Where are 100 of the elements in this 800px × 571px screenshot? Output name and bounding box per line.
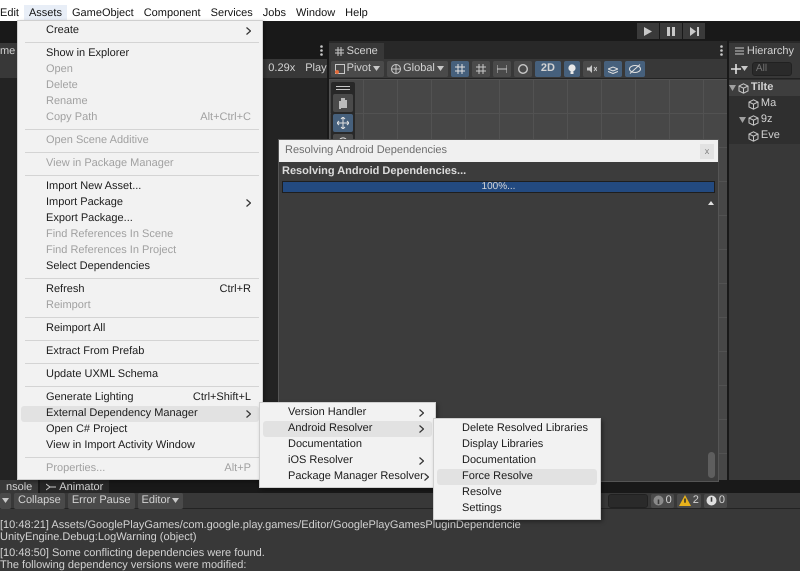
menu-item[interactable]: Android Resolver — [263, 421, 432, 437]
effects-button[interactable] — [604, 60, 622, 76]
menu-item[interactable]: Help — [340, 5, 373, 21]
menu-item[interactable]: View in Import Activity Window — [21, 438, 259, 454]
hierarchy-title: Hierarchy — [746, 44, 794, 59]
menu-item[interactable]: Services — [206, 5, 258, 21]
menu-item[interactable]: Force Resolve — [437, 469, 597, 485]
clear-dropdown[interactable] — [0, 492, 11, 508]
menu-item[interactable]: Resolve — [437, 485, 597, 501]
menu-item-label: Import New Asset... — [46, 180, 142, 194]
count-toggle[interactable]: 0 — [704, 494, 727, 508]
audio-button[interactable] — [582, 60, 601, 76]
menu-item-label: Delete Resolved Libraries — [462, 422, 588, 436]
menu-item[interactable]: Documentation — [437, 453, 597, 469]
snap-button[interactable] — [472, 60, 490, 76]
menu-item-label: Properties... — [46, 462, 106, 476]
console-tab[interactable]: Animator — [40, 480, 110, 493]
menu-item-label: Settings — [462, 502, 502, 516]
menu-item-label: Documentation — [462, 454, 536, 468]
tab-label: Animator — [59, 480, 104, 494]
lighting-button[interactable] — [564, 60, 580, 76]
menu-item[interactable]: Export Package... — [21, 211, 259, 227]
menu-item[interactable]: Refresh Ctrl+R — [21, 282, 259, 298]
zoom-value: 0.29x — [268, 62, 296, 76]
menu-item[interactable]: Display Libraries — [437, 437, 597, 453]
menu-item[interactable]: Update UXML Schema — [21, 367, 259, 383]
expanded-arrow-icon[interactable] — [728, 85, 736, 91]
more-icon[interactable] — [720, 45, 723, 56]
menu-item-label: Package Manager Resolver — [288, 470, 424, 484]
menu-item-label: External Dependency Manager — [46, 407, 198, 421]
play-button[interactable] — [637, 23, 659, 39]
menu-item[interactable]: External Dependency Manager — [21, 406, 259, 422]
menu-item[interactable]: Import Package — [21, 195, 259, 211]
toggle-2d-button[interactable]: 2D — [534, 60, 561, 76]
ruler-button[interactable] — [492, 60, 511, 76]
more-icon[interactable] — [320, 45, 323, 56]
visibility-button[interactable] — [624, 60, 645, 76]
scene-tab[interactable]: Scene — [328, 43, 384, 59]
log-line: UnityEngine.Debug:LogWarning (object) — [0, 531, 198, 543]
grid-snap-button[interactable] — [450, 60, 469, 76]
scrollbar-thumb[interactable] — [708, 452, 714, 478]
scrollbar[interactable] — [707, 201, 715, 478]
menu-item[interactable]: Package Manager Resolver — [263, 469, 432, 485]
caret-icon — [373, 66, 380, 71]
menu-item[interactable]: Select Dependencies — [21, 259, 259, 275]
menu-item-label: Refresh — [46, 283, 85, 297]
menu-item-label: Reimport All — [46, 322, 106, 336]
hierarchy-tab[interactable]: Hierarchy — [728, 43, 800, 59]
shading-button[interactable] — [514, 60, 532, 76]
menu-item-label: Rename — [46, 95, 88, 109]
tree-item[interactable]: 9z — [760, 113, 773, 127]
toolbar-button[interactable]: Collapse — [14, 492, 65, 508]
panel-tab[interactable]: me — [0, 43, 18, 59]
editor-dropdown[interactable]: Editor — [138, 492, 184, 508]
menu-item[interactable]: iOS Resolver — [263, 453, 432, 469]
move-tool-button[interactable] — [332, 114, 353, 132]
menu-item[interactable]: Version Handler — [263, 405, 432, 421]
search-field[interactable]: All — [752, 62, 792, 76]
menu-item-label: Copy Path — [46, 111, 98, 125]
add-dropdown[interactable] — [730, 64, 748, 74]
cube-icon — [738, 82, 749, 94]
pivot-dropdown[interactable]: Pivot — [330, 60, 384, 76]
speaker-icon — [586, 64, 597, 74]
global-dropdown[interactable]: Global — [387, 60, 448, 76]
menu-item[interactable]: Component — [138, 5, 206, 21]
status-text: Resolving Android Dependencies... — [281, 164, 468, 178]
tree-item[interactable]: Eve — [760, 129, 780, 143]
expanded-arrow-icon[interactable] — [738, 117, 746, 123]
menu-item[interactable]: Reimport All — [21, 321, 259, 337]
menu-item[interactable]: GameObject — [66, 5, 139, 21]
menu-item[interactable]: Create — [21, 23, 259, 39]
count-toggle[interactable]: 0 — [650, 494, 674, 508]
menu-item-label: Show in Explorer — [46, 47, 130, 61]
menu-item[interactable]: Assets — [24, 5, 67, 21]
menu-item[interactable]: Import New Asset... — [21, 179, 259, 195]
cube-icon — [748, 130, 759, 142]
hand-tool-button[interactable] — [332, 94, 353, 112]
pause-button[interactable] — [660, 23, 682, 39]
count-toggle[interactable]: 2 — [676, 494, 701, 508]
tree-item[interactable]: Ma — [760, 97, 776, 111]
menu-item[interactable]: Window — [291, 5, 340, 21]
menu-item[interactable]: Delete Resolved Libraries — [437, 421, 597, 437]
menu-item[interactable]: Open C# Project — [21, 422, 259, 438]
scroll-up-icon[interactable] — [708, 201, 714, 206]
menu-item[interactable]: Settings — [437, 501, 597, 517]
search-field[interactable] — [608, 494, 648, 508]
menu-item[interactable]: Show in Explorer — [21, 46, 259, 62]
menu-item[interactable]: Generate Lighting Ctrl+Shift+L — [21, 390, 259, 406]
menu-item[interactable]: Extract From Prefab — [21, 344, 259, 360]
menu-item[interactable]: Jobs — [258, 5, 292, 21]
step-button[interactable] — [683, 23, 705, 39]
menu-item[interactable]: Edit — [0, 5, 24, 21]
layers-icon — [608, 64, 618, 74]
caret-icon — [740, 66, 748, 71]
menu-item[interactable]: Documentation — [263, 437, 432, 453]
console-tab[interactable]: nsole — [0, 480, 38, 493]
play-dropdown[interactable]: Play — [305, 62, 327, 76]
toolbar-button[interactable]: Error Pause — [68, 492, 135, 508]
scene-tab-label: Scene — [346, 44, 378, 59]
menu-item-label: Create — [46, 24, 80, 38]
